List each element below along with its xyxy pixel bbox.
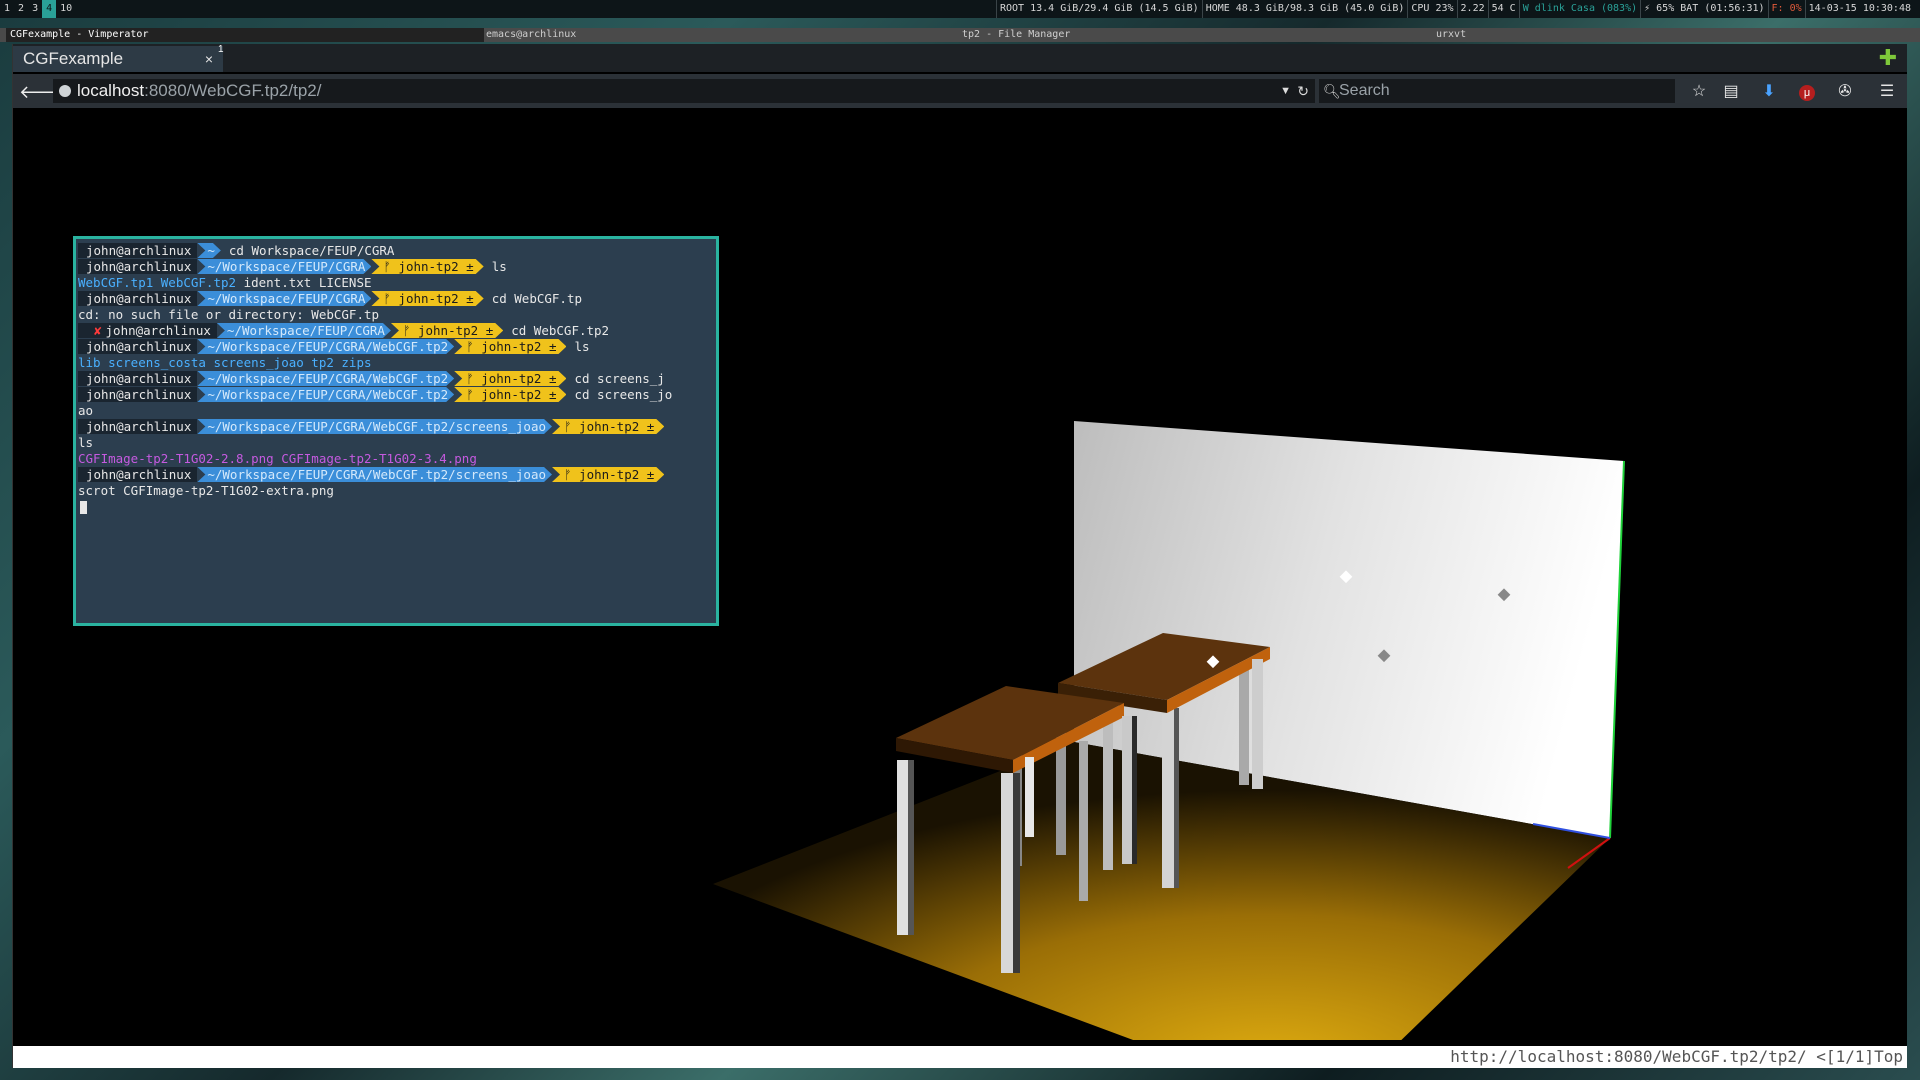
window-title-emacs[interactable]: emacs@archlinux (486, 28, 576, 42)
workspace-1[interactable]: 1 (0, 0, 14, 18)
site-identity-icon[interactable] (59, 85, 71, 97)
root-disk-usage: ROOT 13.4 GiB/29.4 GiB (14.5 GiB) (996, 0, 1202, 18)
system-status-bar: 1 2 3 4 10 ROOT 13.4 GiB/29.4 GiB (14.5 … (0, 0, 1920, 18)
window-title-bar: CGFexample - Vimperator emacs@archlinux … (0, 28, 1920, 42)
terminal-line: ls (78, 435, 94, 450)
terminal-window[interactable]: john@archlinux ~ cd Workspace/FEUP/CGRA jo… (73, 236, 719, 626)
workspace-2[interactable]: 2 (14, 0, 28, 18)
battery-status: ⚡ 65% BAT (01:56:31) (1640, 0, 1767, 18)
workspace-10[interactable]: 10 (56, 0, 76, 18)
error-icon: ✘ (94, 323, 102, 338)
reload-icon[interactable]: ↻ (1297, 79, 1309, 103)
terminal-line: ao (78, 403, 94, 418)
system-stats: ROOT 13.4 GiB/29.4 GiB (14.5 GiB) HOME 4… (996, 0, 1920, 18)
terminal-line: john@archlinux ~/Workspace/FEUP/CGRA/WebC… (78, 339, 714, 355)
cpu-usage: CPU 23% (1407, 0, 1456, 18)
url-bar[interactable]: localhost:8080/WebCGF.tp2/tp2/ ▼ ↻ (53, 79, 1315, 103)
terminal-line: john@archlinux ~/Workspace/FEUP/CGRA ᚠ joh… (78, 291, 714, 307)
terminal-line: lib screens_costa screens_joao tp2 zips (78, 355, 372, 370)
terminal-line: scrot CGFImage-tp2-T1G02-extra.png (78, 483, 334, 498)
ublock-icon[interactable]: μ (1795, 80, 1819, 104)
terminal-line: john@archlinux ~/Workspace/FEUP/CGRA/WebC… (78, 419, 714, 435)
hamburger-menu-icon[interactable]: ☰ (1875, 80, 1899, 104)
webgl-canvas[interactable]: john@archlinux ~ cd Workspace/FEUP/CGRA jo… (13, 110, 1907, 1040)
chevron-down-icon[interactable]: ▼ (1280, 79, 1291, 103)
window-title-active[interactable]: CGFexample - Vimperator (6, 28, 484, 42)
url-text[interactable]: localhost:8080/WebCGF.tp2/tp2/ (77, 79, 321, 103)
browser-window: CGFexample × 1 ✚ 🡐 localhost:8080/WebCGF… (12, 44, 1907, 1068)
status-bar: http://localhost:8080/WebCGF.tp2/tp2/ <[… (13, 1046, 1907, 1068)
close-icon[interactable]: × (205, 46, 213, 72)
tab-bar: CGFexample × 1 ✚ (13, 44, 1907, 72)
terminal-cursor-line (78, 499, 714, 515)
clipboard-icon[interactable]: ▤ (1719, 80, 1743, 104)
new-tab-icon[interactable]: ✚ (1879, 46, 1897, 70)
search-input[interactable]: 🔍︎ Search (1319, 79, 1675, 103)
home-disk-usage: HOME 48.3 GiB/98.3 GiB (45.0 GiB) (1201, 0, 1408, 18)
tab-title: CGFexample (23, 49, 124, 68)
temperature: 54 C (1487, 0, 1519, 18)
terminal-line: WebCGF.tp1 WebCGF.tp2 ident.txt LICENSE (78, 275, 372, 290)
terminal-line: ✘ john@archlinux ~/Workspace/FEUP/CGRA ᚠ jo… (78, 323, 714, 339)
star-icon[interactable]: ☆ (1687, 80, 1711, 104)
wifi-status: W dlink Casa (083%) (1518, 0, 1640, 18)
puzzle-icon[interactable]: ✇ (1833, 80, 1857, 104)
navigation-toolbar: 🡐 localhost:8080/WebCGF.tp2/tp2/ ▼ ↻ 🔍︎ … (13, 74, 1907, 108)
terminal-line: cd: no such file or directory: WebCGF.tp (78, 307, 380, 322)
workspace-switcher: 1 2 3 4 10 (0, 0, 76, 18)
tab-cgfexample[interactable]: CGFexample × (13, 46, 223, 72)
terminal-line: john@archlinux ~/Workspace/FEUP/CGRA/WebC… (78, 371, 714, 387)
terminal-line: john@archlinux ~ cd Workspace/FEUP/CGRA (78, 243, 714, 259)
workspace-3[interactable]: 3 (28, 0, 42, 18)
window-title-urxvt[interactable]: urxvt (1436, 28, 1466, 42)
back-arrow-icon[interactable]: 🡐 (19, 80, 67, 104)
download-icon[interactable]: ⬇ (1757, 80, 1781, 104)
terminal-line: john@archlinux ~/Workspace/FEUP/CGRA/WebC… (78, 467, 714, 483)
terminal-line: john@archlinux ~/Workspace/FEUP/CGRA/WebC… (78, 387, 714, 403)
search-placeholder: Search (1339, 82, 1390, 99)
fan-status: F: 0% (1767, 0, 1805, 18)
terminal-cursor (80, 501, 87, 514)
workspace-4[interactable]: 4 (42, 0, 57, 18)
window-title-file-manager[interactable]: tp2 - File Manager (962, 28, 1070, 42)
clock: 14-03-15 10:30:48 (1804, 0, 1914, 18)
load-average: 2.22 (1456, 0, 1488, 18)
terminal-line: CGFImage-tp2-T1G02-2.8.png CGFImage-tp2-… (78, 451, 477, 466)
terminal-line: john@archlinux ~/Workspace/FEUP/CGRA ᚠ joh… (78, 259, 714, 275)
tab-number: 1 (218, 44, 224, 55)
